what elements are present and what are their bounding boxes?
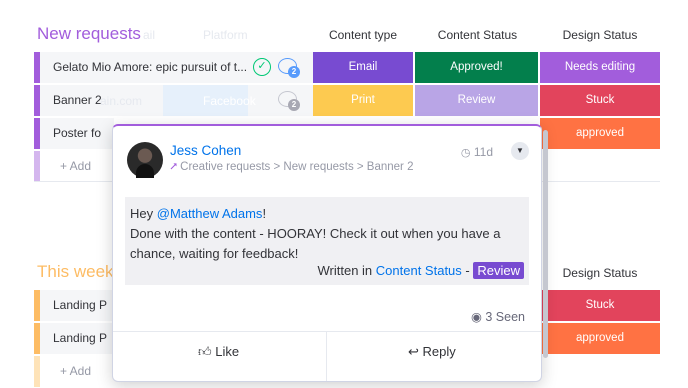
reply-label: Reply (422, 344, 456, 359)
column-header-design-status[interactable]: Design Status (540, 266, 660, 280)
add-item-row[interactable]: + Add (34, 151, 114, 182)
platform-value: Facebook (203, 94, 256, 108)
actions-divider (326, 332, 327, 381)
status-badge: Review (473, 262, 524, 279)
written-in-line: Written in Content Status - Review (317, 261, 524, 281)
item-name[interactable]: Landing P (40, 290, 114, 321)
design-status-cell[interactable]: approved (540, 323, 660, 354)
updates-count-badge: 2 (288, 99, 300, 111)
popup-scrollbar[interactable] (543, 130, 548, 358)
breadcrumb-text: Creative requests > New requests > Banne… (180, 161, 414, 173)
update-popup: Jess Cohen ⭧ Creative requests > New requ… (112, 124, 542, 382)
add-item-label[interactable]: + Add (40, 356, 114, 387)
item-name[interactable]: Landing P (40, 323, 114, 354)
design-status-cell[interactable]: Stuck (540, 85, 660, 116)
group-title-this-week[interactable]: This week (37, 262, 114, 282)
share-icon: ⭧ (170, 161, 178, 173)
reply-icon: ↩ (408, 344, 419, 359)
table-row[interactable]: Landing P (34, 323, 114, 354)
item-name[interactable]: Poster fo (40, 118, 114, 149)
update-message: Hey @Matthew Adams! Done with the conten… (125, 197, 529, 285)
content-status-cell[interactable]: Approved! (415, 52, 538, 83)
like-button[interactable]: 👍︎ Like (198, 344, 239, 360)
group-title-new-requests[interactable]: New requests (37, 24, 141, 44)
content-type-cell[interactable]: Print (313, 85, 413, 116)
column-header-content-type[interactable]: Content type (313, 28, 413, 42)
column-header-design-status[interactable]: Design Status (540, 28, 660, 42)
timestamp-text: 11d (473, 145, 493, 159)
written-in-column-link[interactable]: Content Status (376, 263, 462, 278)
add-item-label[interactable]: + Add (40, 151, 114, 182)
message-greeting-line: Hey @Matthew Adams! (130, 204, 524, 224)
table-row[interactable]: Gelato Mio Amore: epic pursuit of t... (34, 52, 313, 83)
breadcrumb[interactable]: ⭧ Creative requests > New requests > Bann… (170, 161, 413, 174)
column-header-content-status[interactable]: Content Status (415, 28, 540, 42)
design-status-cell[interactable]: Stuck (540, 290, 660, 321)
content-status-cell[interactable]: Review (415, 85, 538, 116)
ghost-column-platform: Platform (203, 28, 248, 42)
written-in-prefix: Written in (317, 263, 373, 278)
item-name[interactable]: Gelato Mio Amore: epic pursuit of t... (40, 52, 313, 83)
add-item-row[interactable]: + Add (34, 356, 114, 387)
caret-down-icon: ▼ (516, 146, 524, 155)
updates-icon[interactable]: 2 (278, 58, 300, 78)
author-name[interactable]: Jess Cohen (170, 143, 241, 158)
updates-count-badge: 2 (288, 66, 300, 78)
updates-icon[interactable]: 2 (278, 91, 300, 111)
written-in-separator: - (465, 263, 470, 278)
like-label: Like (215, 344, 240, 359)
check-circle-icon[interactable]: ✓ (253, 58, 271, 76)
thumbs-up-icon: 👍︎ (198, 344, 212, 359)
design-status-cell[interactable]: Needs editing (540, 52, 660, 83)
greeting-punct: ! (262, 206, 267, 221)
eye-icon: ◉ (470, 310, 482, 324)
content-type-cell[interactable]: Email (313, 52, 413, 83)
avatar-figure (136, 164, 154, 178)
table-row[interactable]: Landing P (34, 290, 114, 321)
update-menu-button[interactable]: ▼ (511, 142, 529, 160)
update-actions: 👍︎ Like ↩ Reply (113, 331, 541, 381)
message-body: Done with the content - HOORAY! Check it… (130, 226, 501, 261)
table-row[interactable]: Poster fo (34, 118, 114, 149)
clock-icon: ◷ (460, 147, 471, 159)
timestamp: ◷ 11d (461, 145, 493, 159)
seen-count: 3 Seen (485, 310, 525, 324)
reply-button[interactable]: ↩ Reply (408, 344, 456, 360)
seen-indicator[interactable]: ◉ 3 Seen (471, 309, 525, 324)
ghost-text: ain.com (100, 94, 143, 108)
avatar[interactable] (127, 142, 163, 178)
design-status-cell[interactable]: approved (540, 118, 660, 149)
greeting-text: Hey (130, 206, 154, 221)
ghost-text: ail (143, 28, 156, 42)
mention-link[interactable]: @Matthew Adams (157, 206, 263, 221)
